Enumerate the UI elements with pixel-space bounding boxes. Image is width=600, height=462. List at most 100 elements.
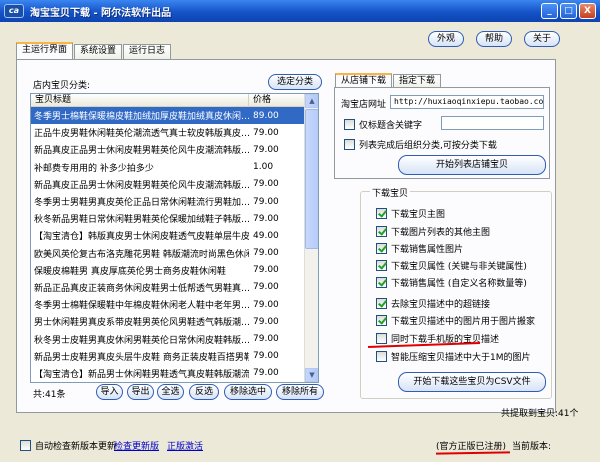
- list-row[interactable]: 欧美风英伦复古布洛克雕花男鞋 韩版潮流时尚黑色休闲… 79.00: [31, 245, 318, 262]
- select-category-button[interactable]: 选定分类: [268, 74, 322, 90]
- list-row[interactable]: 新品男士皮鞋男真皮头层牛皮鞋 商务正装皮鞋百搭男鞋 79.00: [31, 348, 318, 365]
- select-all-button[interactable]: 全选: [157, 384, 184, 400]
- auto-update-checkbox[interactable]: 自动检查新版本更新: [20, 439, 116, 452]
- option-item-attributes-box[interactable]: [376, 260, 387, 271]
- organize-category-checkbox[interactable]: 列表完成后组织分类,可按分类下载: [344, 138, 497, 151]
- tab-settings[interactable]: 系统设置: [74, 44, 123, 59]
- option-sale-attr-images[interactable]: 下载销售属性图片: [376, 242, 463, 255]
- row-price: 79.00: [253, 282, 279, 293]
- option-label: 下载销售属性 (自定义名称数量等): [391, 279, 527, 289]
- row-title: 秋冬男士皮鞋男真皮休闲男鞋英伦日常休闲皮鞋韩版…: [34, 335, 249, 346]
- option-sale-attributes-box[interactable]: [376, 277, 387, 288]
- tab-log[interactable]: 运行日志: [123, 44, 172, 59]
- option-item-attributes[interactable]: 下载宝贝属性 (关键与非关键属性): [376, 259, 527, 272]
- option-mobile-desc-box[interactable]: [376, 333, 387, 344]
- list-scrollbar[interactable]: ▲ ▼: [304, 94, 318, 382]
- list-row[interactable]: 新品真皮正品男士休闲皮鞋男鞋英伦风牛皮潮流韩版… 79.00: [31, 176, 318, 193]
- shop-url-input[interactable]: http://huxiaoqinxiepu.taobao.com: [390, 95, 544, 109]
- scroll-down-arrow-icon[interactable]: ▼: [305, 368, 318, 382]
- start-list-button[interactable]: 开始列表店铺宝贝: [398, 155, 546, 175]
- about-button[interactable]: 关于: [524, 31, 560, 47]
- column-price[interactable]: 价格: [249, 94, 305, 106]
- remove-all-button[interactable]: 移除所有: [276, 384, 324, 400]
- row-price: 79.00: [253, 368, 279, 379]
- item-count: 共:41条: [33, 390, 66, 400]
- option-label: 下载图片列表的其他主图: [391, 228, 491, 238]
- shop-url-label: 淘宝店网址: [341, 100, 387, 110]
- organize-category-label: 列表完成后组织分类,可按分类下载: [359, 141, 497, 151]
- option-label: 去除宝贝描述中的超链接: [391, 300, 491, 310]
- list-row[interactable]: 男士休闲鞋男真皮系带皮鞋男英伦风男鞋透气韩版潮… 79.00: [31, 313, 318, 330]
- row-price: 79.00: [253, 196, 279, 207]
- list-row[interactable]: 【淘宝清仓】韩版真皮男士休闲皮鞋透气皮鞋单层牛皮… 49.00: [31, 227, 318, 244]
- close-button[interactable]: X: [579, 3, 596, 19]
- column-title[interactable]: 宝贝标题: [31, 94, 249, 106]
- option-remove-links-box[interactable]: [376, 298, 387, 309]
- organize-category-box[interactable]: [344, 139, 355, 150]
- import-button[interactable]: 导入: [96, 384, 123, 400]
- row-title: 正品牛皮男鞋休闲鞋英伦潮流透气真士软皮韩版真皮…: [34, 129, 249, 140]
- scroll-thumb[interactable]: [305, 109, 318, 249]
- start-csv-download-button[interactable]: 开始下载这些宝贝为CSV文件: [398, 372, 546, 392]
- auto-update-box[interactable]: [20, 440, 31, 451]
- row-price: 79.00: [253, 299, 279, 310]
- row-price: 79.00: [253, 265, 279, 276]
- maximize-button[interactable]: □: [560, 3, 577, 19]
- option-other-images[interactable]: 下载图片列表的其他主图: [376, 225, 490, 238]
- option-desc-images[interactable]: 下载宝贝描述中的图片用于图片搬家: [376, 314, 535, 327]
- list-row[interactable]: 【淘宝清仓】新品男士休闲鞋男鞋透气真皮鞋韩版潮流… 79.00: [31, 365, 318, 382]
- option-label: 下载销售属性图片: [391, 245, 464, 255]
- list-row[interactable]: 秋冬男士皮鞋男真皮休闲男鞋英伦日常休闲皮鞋韩版… 79.00: [31, 330, 318, 347]
- row-price: 79.00: [253, 213, 279, 224]
- row-title: 新品正品真皮正装商务休闲皮鞋男士低帮透气男鞋真…: [34, 283, 249, 294]
- tab-main[interactable]: 主运行界面: [16, 42, 74, 59]
- scroll-up-arrow-icon[interactable]: ▲: [305, 94, 318, 108]
- keyword-filter-checkbox[interactable]: 仅标题含关键字: [344, 118, 422, 131]
- row-title: 欧美风英伦复古布洛克雕花男鞋 韩版潮流时尚黑色休闲…: [34, 249, 249, 260]
- tab-specified-download[interactable]: 指定下载: [393, 74, 442, 88]
- help-button[interactable]: 帮助: [476, 31, 512, 47]
- list-row[interactable]: 新品真皮正品男士休闲皮鞋男鞋英伦风牛皮潮流韩版… 79.00: [31, 141, 318, 158]
- row-price: 79.00: [253, 248, 279, 259]
- option-main-image-box[interactable]: [376, 208, 387, 219]
- activate-link[interactable]: 正版激活: [167, 439, 203, 452]
- row-title: 秋冬新品男鞋日常休闲鞋男鞋英伦保暖加绒鞋子韩版…: [34, 215, 249, 226]
- tab-from-shop[interactable]: 从店铺下载: [335, 73, 393, 88]
- option-remove-links[interactable]: 去除宝贝描述中的超链接: [376, 297, 490, 310]
- row-title: 新品男士皮鞋男真皮头层牛皮鞋 商务正装皮鞋百搭男鞋: [34, 352, 249, 363]
- download-options-group: [360, 191, 552, 399]
- item-list[interactable]: 宝贝标题 价格 冬季男士棉鞋保暖棉皮鞋加绒加厚皮鞋加绒真皮休闲… 89.00 正品…: [30, 93, 319, 383]
- row-price: 79.00: [253, 316, 279, 327]
- registration-status: (官方正版已注册): [436, 442, 507, 452]
- row-title: 保暖皮棉鞋男 真皮厚底英伦男士商务皮鞋休闲鞋: [34, 266, 226, 277]
- list-row[interactable]: 新品正品真皮正装商务休闲皮鞋男士低帮透气男鞋真… 79.00: [31, 279, 318, 296]
- option-other-images-box[interactable]: [376, 226, 387, 237]
- invert-selection-button[interactable]: 反选: [189, 384, 219, 400]
- list-header: 宝贝标题 价格: [31, 94, 318, 107]
- list-row[interactable]: 冬季男士棉鞋保暖鞋中年棉皮鞋休闲老人鞋中老年男… 79.00: [31, 296, 318, 313]
- option-main-image[interactable]: 下载宝贝主图: [376, 207, 445, 220]
- row-title: 【淘宝清仓】新品男士休闲鞋男鞋透气真皮鞋韩版潮流…: [34, 369, 249, 380]
- keyword-input[interactable]: [441, 116, 544, 130]
- option-compress-images[interactable]: 智能压缩宝贝描述中大于1M的图片: [376, 350, 531, 363]
- keyword-filter-box[interactable]: [344, 119, 355, 130]
- remove-selected-button[interactable]: 移除选中: [224, 384, 272, 400]
- list-row[interactable]: 保暖皮棉鞋男 真皮厚底英伦男士商务皮鞋休闲鞋 79.00: [31, 262, 318, 279]
- list-row[interactable]: 冬季男士棉鞋保暖棉皮鞋加绒加厚皮鞋加绒真皮休闲… 89.00: [31, 107, 318, 125]
- row-title: 冬季男士棉鞋保暖棉皮鞋加绒加厚皮鞋加绒真皮休闲…: [34, 112, 249, 123]
- row-price: 1.00: [253, 162, 274, 173]
- minimize-button[interactable]: _: [541, 3, 558, 19]
- list-row[interactable]: 补邮费专用用的 补多少拍多少 1.00: [31, 159, 318, 176]
- option-compress-images-box[interactable]: [376, 351, 387, 362]
- option-sale-attributes[interactable]: 下载销售属性 (自定义名称数量等): [376, 276, 527, 289]
- check-update-link[interactable]: 检查更新版: [114, 439, 159, 452]
- option-desc-images-box[interactable]: [376, 315, 387, 326]
- list-row[interactable]: 正品牛皮男鞋休闲鞋英伦潮流透气真士软皮韩版真皮… 79.00: [31, 124, 318, 141]
- option-label: 智能压缩宝贝描述中大于1M的图片: [391, 353, 531, 363]
- skin-button[interactable]: 外观: [428, 31, 464, 47]
- option-sale-attr-images-box[interactable]: [376, 243, 387, 254]
- export-button[interactable]: 导出: [127, 384, 154, 400]
- list-row[interactable]: 秋冬新品男鞋日常休闲鞋男鞋英伦保暖加绒鞋子韩版… 79.00: [31, 210, 318, 227]
- option-label: 下载宝贝主图: [391, 210, 446, 220]
- list-row[interactable]: 冬季男士男鞋男真皮英伦正品日常休闲鞋流行男鞋加… 79.00: [31, 193, 318, 210]
